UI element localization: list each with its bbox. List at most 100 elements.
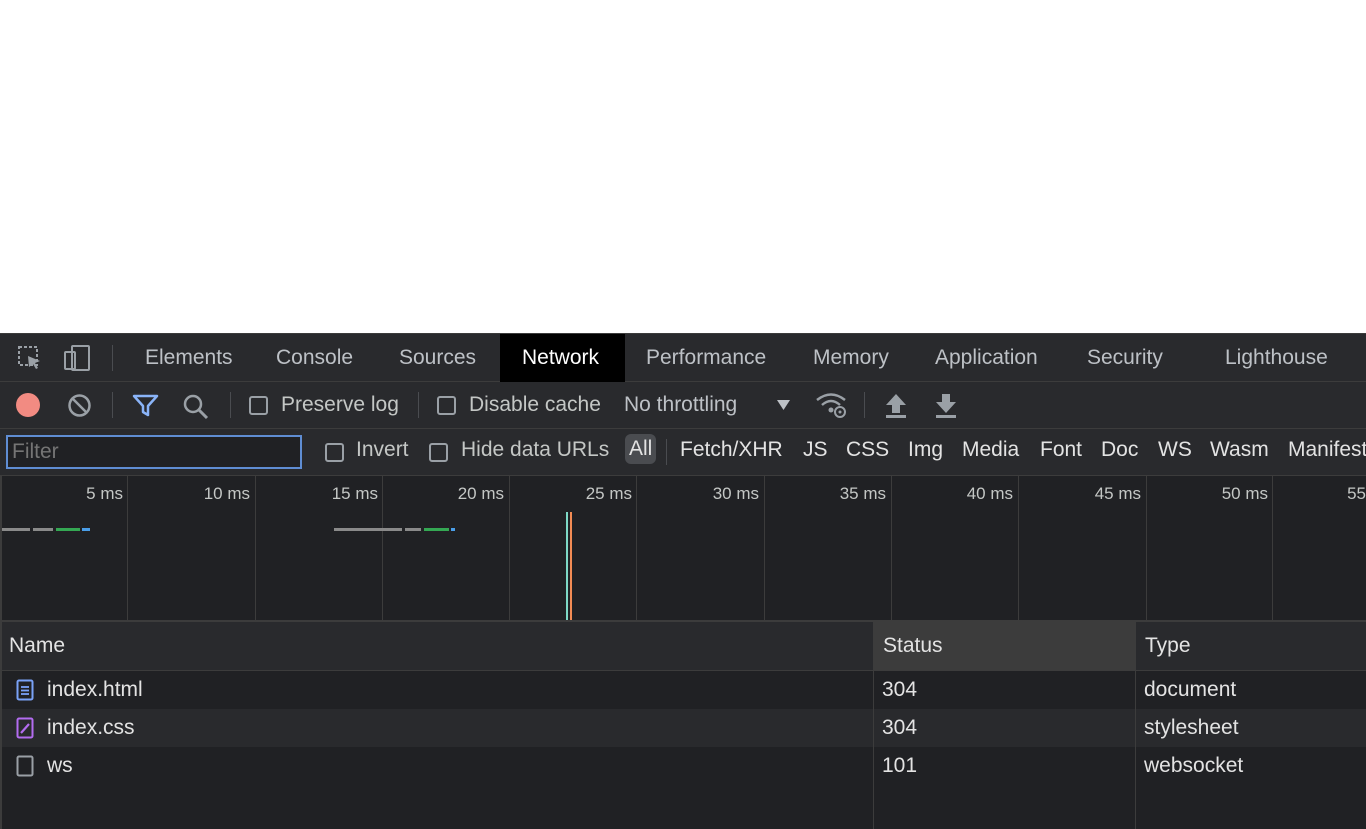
filter-type-ws[interactable]: WS (1158, 438, 1192, 462)
filter-type-manifest[interactable]: Manifest (1288, 438, 1366, 462)
time-tick: 45 ms (1094, 484, 1141, 503)
devtools-panel: Elements Console Sources Network Perform… (0, 333, 1366, 829)
time-tick: 20 ms (457, 484, 504, 503)
request-name: index.html (47, 678, 143, 701)
inspect-element-icon[interactable] (16, 344, 44, 372)
request-type: document (1144, 678, 1237, 701)
table-row[interactable]: index.css 304 stylesheet (0, 709, 1366, 747)
column-header-type[interactable]: Type (1136, 622, 1366, 670)
filter-type-css[interactable]: CSS (846, 438, 889, 462)
overview-bar-ttfb (56, 528, 80, 531)
table-header: Name Status Type (0, 622, 1366, 671)
grid-line (891, 476, 892, 622)
hide-data-urls-label: Hide data URLs (461, 438, 610, 461)
column-header-status[interactable]: Status (874, 622, 1135, 670)
tab-performance[interactable]: Performance (624, 334, 788, 382)
throttling-select[interactable]: No throttling (624, 393, 737, 417)
filter-type-fetch-xhr[interactable]: Fetch/XHR (680, 438, 783, 462)
document-icon (16, 679, 34, 701)
time-tick: 5 ms (86, 484, 123, 503)
column-separator[interactable] (1135, 622, 1136, 829)
network-conditions-icon[interactable] (815, 391, 848, 420)
request-status: 304 (882, 716, 918, 739)
request-status: 101 (882, 754, 918, 777)
grid-line (636, 476, 637, 622)
tab-memory[interactable]: Memory (791, 334, 911, 382)
tab-security[interactable]: Security (1065, 334, 1185, 382)
inspected-page (0, 0, 1366, 333)
column-separator[interactable] (873, 622, 874, 829)
requests-table: Name Status Type index.html 304 document… (0, 622, 1366, 829)
search-icon[interactable] (182, 393, 209, 420)
load-event-marker (570, 512, 572, 620)
toolbar-separator (418, 392, 419, 418)
overview-bar-ttfb (424, 528, 449, 531)
network-toolbar: Preserve log Disable cache No throttling (0, 382, 1366, 429)
request-type: websocket (1144, 754, 1244, 777)
invert-label: Invert (356, 438, 409, 461)
overview-bar-waiting (405, 528, 421, 531)
toolbar-separator (864, 392, 865, 418)
filter-type-doc[interactable]: Doc (1101, 438, 1138, 462)
request-name: ws (47, 754, 73, 777)
grid-line (127, 476, 128, 622)
panel-left-border (0, 476, 2, 829)
import-har-icon[interactable] (884, 392, 908, 419)
chevron-down-icon[interactable] (776, 399, 791, 411)
tab-network[interactable]: Network (500, 334, 625, 382)
overview-bar-download (451, 528, 455, 531)
export-har-icon[interactable] (934, 392, 958, 419)
clear-icon[interactable] (67, 393, 92, 418)
filter-type-media[interactable]: Media (962, 438, 1019, 462)
filter-icon[interactable] (132, 393, 159, 418)
filter-type-font[interactable]: Font (1040, 438, 1082, 462)
tab-lighthouse[interactable]: Lighthouse (1203, 334, 1350, 382)
device-toolbar-icon[interactable] (63, 344, 91, 372)
invert-checkbox[interactable] (325, 443, 344, 462)
filter-input[interactable] (6, 435, 302, 469)
column-header-name[interactable]: Name (0, 622, 873, 670)
record-button[interactable] (16, 393, 40, 417)
filter-separator (666, 439, 667, 465)
grid-line (1018, 476, 1019, 622)
grid-line (1146, 476, 1147, 622)
devtools-tabbar: Elements Console Sources Network Perform… (0, 333, 1366, 382)
time-tick: 15 ms (331, 484, 378, 503)
table-row[interactable]: ws 101 websocket (0, 747, 1366, 785)
table-row[interactable]: index.html 304 document (0, 671, 1366, 709)
tab-elements[interactable]: Elements (123, 334, 255, 382)
dom-content-loaded-marker (566, 512, 568, 620)
filter-type-img[interactable]: Img (908, 438, 943, 462)
filter-type-all[interactable]: All (625, 434, 657, 464)
filter-type-wasm[interactable]: Wasm (1210, 438, 1269, 462)
request-type: stylesheet (1144, 716, 1239, 739)
filter-type-js[interactable]: JS (803, 438, 828, 462)
preserve-log-label: Preserve log (281, 393, 399, 416)
time-tick: 40 ms (966, 484, 1013, 503)
grid-line (255, 476, 256, 622)
tab-sources[interactable]: Sources (377, 334, 498, 382)
network-overview[interactable]: 5 ms 10 ms 15 ms 20 ms 25 ms 30 ms 35 ms… (0, 476, 1366, 622)
toolbar-separator (230, 392, 231, 418)
grid-line (1272, 476, 1273, 622)
time-tick: 30 ms (712, 484, 759, 503)
websocket-icon (16, 755, 34, 777)
request-status: 304 (882, 678, 918, 701)
disable-cache-checkbox[interactable] (437, 396, 456, 415)
time-tick: 50 ms (1221, 484, 1268, 503)
tab-console[interactable]: Console (254, 334, 375, 382)
tab-application[interactable]: Application (913, 334, 1060, 382)
filter-bar: Invert Hide data URLs All Fetch/XHR JS C… (0, 429, 1366, 476)
tabbar-separator (112, 345, 113, 371)
stylesheet-icon (16, 717, 34, 739)
grid-line (509, 476, 510, 622)
overview-bar-download (82, 528, 90, 531)
time-tick: 10 ms (203, 484, 250, 503)
disable-cache-label: Disable cache (469, 393, 601, 416)
hide-data-urls-checkbox[interactable] (429, 443, 448, 462)
preserve-log-checkbox[interactable] (249, 396, 268, 415)
time-tick: 25 ms (585, 484, 632, 503)
overview-bar-waiting (334, 528, 402, 531)
toolbar-separator (112, 392, 113, 418)
time-tick: 35 ms (839, 484, 886, 503)
